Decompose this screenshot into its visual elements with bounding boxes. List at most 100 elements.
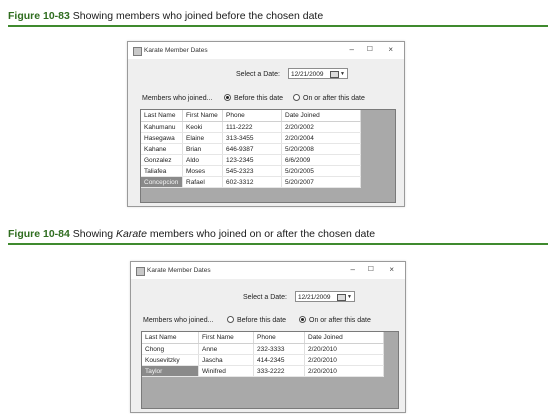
maximize-icon[interactable]: ☐ <box>367 45 373 55</box>
cell-first-name[interactable]: Rafael <box>182 176 223 188</box>
members-joined-label: Members who joined... <box>142 95 213 102</box>
column-header-date-joined[interactable]: Date Joined <box>281 110 361 122</box>
cell-first-name[interactable]: Jascha <box>198 354 254 366</box>
date-picker[interactable]: 12/21/2009 ▼ <box>288 68 348 79</box>
cell-phone[interactable]: 123-2345 <box>222 154 282 166</box>
column-header-phone[interactable]: Phone <box>222 110 282 122</box>
cell-first-name[interactable]: Brian <box>182 143 223 155</box>
cell-date-joined[interactable]: 2/20/2010 <box>304 343 384 355</box>
radio-dot <box>293 94 300 101</box>
cell-last-name[interactable]: Taliafea <box>141 165 183 177</box>
table-row[interactable]: Concepcion Rafael 602-3312 5/20/2007 <box>141 176 361 188</box>
chevron-down-icon[interactable]: ▼ <box>340 69 345 80</box>
radio-after-label: On or after this date <box>303 95 365 102</box>
column-header-phone[interactable]: Phone <box>253 332 305 344</box>
cell-first-name[interactable]: Moses <box>182 165 223 177</box>
cell-date-joined[interactable]: 5/20/2005 <box>281 165 361 177</box>
members-grid[interactable]: Last Name First Name Phone Date Joined C… <box>141 331 399 409</box>
column-header-first-name[interactable]: First Name <box>182 110 223 122</box>
members-grid[interactable]: Last Name First Name Phone Date Joined K… <box>140 109 396 203</box>
radio-before-label: Before this date <box>234 95 284 102</box>
cell-last-name[interactable]: Kahane <box>141 143 183 155</box>
select-date-label: Select a Date: <box>236 71 280 78</box>
window-title: Karate Member Dates <box>144 47 208 54</box>
radio-on-or-after-date[interactable]: On or after this date <box>293 94 365 102</box>
window-title: Karate Member Dates <box>147 267 211 274</box>
table-row[interactable]: Kousevitzky Jascha 414-2345 2/20/2010 <box>142 354 384 366</box>
cell-last-name-selected[interactable]: Concepcion <box>141 176 183 188</box>
figure-10-83-caption: Figure 10-83 Showing members who joined … <box>8 10 548 27</box>
table-row[interactable]: Taylor Winifred 333-2222 2/20/2010 <box>142 365 384 377</box>
radio-before-date[interactable]: Before this date <box>224 94 283 102</box>
cell-date-joined[interactable]: 5/20/2007 <box>281 176 361 188</box>
cell-phone[interactable]: 333-2222 <box>253 365 305 377</box>
date-picker[interactable]: 12/21/2009 ▼ <box>295 291 355 302</box>
members-table: Last Name First Name Phone Date Joined C… <box>142 332 384 377</box>
column-header-last-name[interactable]: Last Name <box>141 110 183 122</box>
cell-date-joined[interactable]: 5/20/2008 <box>281 143 361 155</box>
cell-last-name[interactable]: Kahumanu <box>141 121 183 133</box>
figure-caption-italic: Karate <box>115 228 147 240</box>
table-row[interactable]: Kahane Brian 646-9387 5/20/2008 <box>141 143 361 155</box>
cell-first-name[interactable]: Aldo <box>182 154 223 166</box>
cell-last-name[interactable]: Chong <box>142 343 199 355</box>
title-bar[interactable]: Karate Member Dates – ☐ × <box>128 42 404 59</box>
radio-after-label: On or after this date <box>309 317 371 324</box>
cell-last-name-selected[interactable]: Taylor <box>142 365 199 377</box>
cell-phone[interactable]: 602-3312 <box>222 176 282 188</box>
table-header-row: Last Name First Name Phone Date Joined <box>142 332 384 344</box>
minimize-icon[interactable]: – <box>350 45 354 55</box>
radio-before-label: Before this date <box>237 317 287 324</box>
calendar-icon[interactable] <box>330 71 339 78</box>
chevron-down-icon[interactable]: ▼ <box>347 292 352 303</box>
calendar-icon[interactable] <box>337 294 346 301</box>
cell-last-name[interactable]: Gonzalez <box>141 154 183 166</box>
cell-phone[interactable]: 232-3333 <box>253 343 305 355</box>
column-header-date-joined[interactable]: Date Joined <box>304 332 384 344</box>
title-bar[interactable]: Karate Member Dates – ☐ × <box>131 262 405 279</box>
cell-last-name[interactable]: Kousevitzky <box>142 354 199 366</box>
cell-phone[interactable]: 313-3455 <box>222 132 282 144</box>
karate-window-after: Karate Member Dates – ☐ × Select a Date:… <box>130 261 406 413</box>
karate-window-before: Karate Member Dates – ☐ × Select a Date:… <box>127 41 405 207</box>
cell-last-name[interactable]: Hasegawa <box>141 132 183 144</box>
cell-phone[interactable]: 646-9387 <box>222 143 282 155</box>
minimize-icon[interactable]: – <box>351 265 355 275</box>
column-header-first-name[interactable]: First Name <box>198 332 254 344</box>
radio-before-date[interactable]: Before this date <box>227 316 286 324</box>
table-row[interactable]: Gonzalez Aldo 123-2345 6/6/2009 <box>141 154 361 166</box>
figure-number: Figure 10-83 <box>8 10 70 22</box>
cell-first-name[interactable]: Anne <box>198 343 254 355</box>
radio-dot <box>227 316 234 323</box>
table-header-row: Last Name First Name Phone Date Joined <box>141 110 361 122</box>
figure-caption-suffix: members who joined on or after the chose… <box>149 228 376 240</box>
cell-first-name[interactable]: Keoki <box>182 121 223 133</box>
table-row[interactable]: Kahumanu Keoki 111-2222 2/20/2002 <box>141 121 361 133</box>
app-icon <box>133 47 142 56</box>
select-date-label: Select a Date: <box>243 294 287 301</box>
cell-phone[interactable]: 111-2222 <box>222 121 282 133</box>
close-icon[interactable]: × <box>388 45 393 55</box>
cell-phone[interactable]: 545-2323 <box>222 165 282 177</box>
table-row[interactable]: Taliafea Moses 545-2323 5/20/2005 <box>141 165 361 177</box>
cell-phone[interactable]: 414-2345 <box>253 354 305 366</box>
date-value: 12/21/2009 <box>298 294 331 301</box>
cell-date-joined[interactable]: 2/20/2010 <box>304 354 384 366</box>
table-row[interactable]: Chong Anne 232-3333 2/20/2010 <box>142 343 384 355</box>
cell-date-joined[interactable]: 2/20/2010 <box>304 365 384 377</box>
column-header-last-name[interactable]: Last Name <box>142 332 199 344</box>
table-row[interactable]: Hasegawa Elaine 313-3455 2/20/2004 <box>141 132 361 144</box>
cell-date-joined[interactable]: 2/20/2004 <box>281 132 361 144</box>
radio-dot-selected <box>224 94 231 101</box>
close-icon[interactable]: × <box>389 265 394 275</box>
cell-date-joined[interactable]: 6/6/2009 <box>281 154 361 166</box>
radio-on-or-after-date[interactable]: On or after this date <box>299 316 371 324</box>
figure-caption-prefix: Showing <box>72 228 114 240</box>
radio-dot-selected <box>299 316 306 323</box>
cell-first-name[interactable]: Winifred <box>198 365 254 377</box>
figure-number: Figure 10-84 <box>8 228 70 240</box>
members-table: Last Name First Name Phone Date Joined K… <box>141 110 361 188</box>
maximize-icon[interactable]: ☐ <box>368 265 374 275</box>
cell-date-joined[interactable]: 2/20/2002 <box>281 121 361 133</box>
cell-first-name[interactable]: Elaine <box>182 132 223 144</box>
